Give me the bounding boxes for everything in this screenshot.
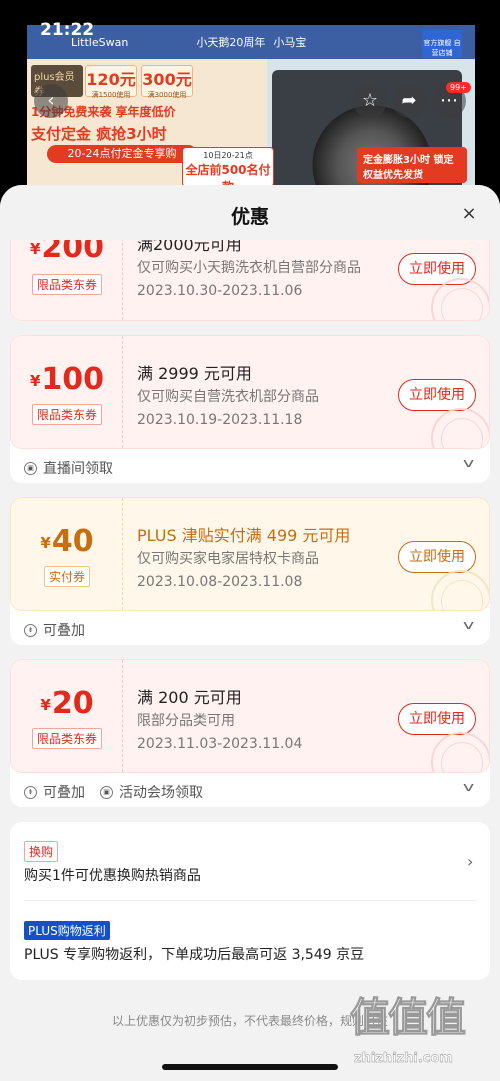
coupon-validity: 2023.10.08-2023.11.08 bbox=[137, 574, 303, 590]
currency-symbol: ¥ bbox=[40, 696, 51, 714]
share-button[interactable]: ➦ bbox=[392, 84, 426, 118]
plus-rebate-badge: PLUS购物返利 bbox=[24, 921, 110, 940]
watermark-url: zhizhizhi.com bbox=[354, 1051, 453, 1066]
store-badge: 官方旗舰 自营店铺 bbox=[422, 30, 462, 58]
footer-item: ▣ 直播间领取 bbox=[24, 458, 113, 478]
footer-label: 活动会场领取 bbox=[119, 785, 203, 801]
close-icon: × bbox=[461, 203, 477, 224]
discount-sheet: ¥200 限品类东券 满2000元可用 仅可购买小天鹅洗衣机自营部分商品 202… bbox=[0, 185, 500, 1081]
stackable-icon: ⇟ bbox=[24, 623, 37, 637]
banner-coupon-value: 120元 bbox=[86, 70, 136, 89]
swap-text[interactable]: 购买1件可优惠换购热销商品 bbox=[24, 865, 201, 885]
coupon-card: ¥20 限品类东券 满 200 元可用 限部分品类可用 2023.11.03-2… bbox=[10, 659, 490, 807]
coupon-tag-label: 实付券 bbox=[43, 566, 90, 587]
date-chip: 10日20-21点 全店前500名付款 bbox=[182, 147, 274, 194]
coupon-validity: 2023.10.30-2023.11.06 bbox=[137, 283, 303, 299]
coupon-footer[interactable]: ▣ 直播间领取 v bbox=[10, 449, 490, 483]
currency-symbol: ¥ bbox=[29, 372, 41, 390]
use-now-button[interactable]: 立即使用 bbox=[398, 379, 476, 411]
stackable-icon: ⇟ bbox=[24, 785, 37, 799]
coupon-tag: 限品类东券 bbox=[11, 728, 123, 749]
coupon-description: 限部分品类可用 bbox=[137, 713, 235, 729]
footer-item: ▣ 活动会场领取 bbox=[100, 782, 203, 802]
watermark: 值值值 zhizhizhi.com bbox=[350, 985, 500, 1081]
chevron-right-icon[interactable]: › bbox=[467, 852, 473, 871]
watermark-logo: 值值值 bbox=[350, 995, 467, 1042]
favorite-button[interactable]: ☆ bbox=[353, 84, 387, 118]
plus-rebate-text: PLUS 专享购物返利，下单成功后最高可返 3,549 京豆 bbox=[24, 947, 365, 963]
extra-benefits-card: 换购 购买1件可优惠换购热销商品 › PLUS购物返利 PLUS 专享购物返利，… bbox=[10, 822, 490, 980]
banner-coupon-note: 满3000使用 bbox=[147, 91, 187, 99]
coupon-title: 满 2999 元可用 bbox=[137, 364, 252, 383]
event-venue-icon: ▣ bbox=[100, 785, 113, 799]
sheet-title: 优惠 bbox=[230, 206, 269, 228]
coupon-amount: ¥20 bbox=[11, 686, 123, 721]
coupon-title: 满 200 元可用 bbox=[137, 688, 242, 707]
use-now-button[interactable]: 立即使用 bbox=[398, 541, 476, 573]
coupon-body: ¥100 限品类东券 满 2999 元可用 仅可购买自营洗衣机部分商品 2023… bbox=[10, 335, 490, 449]
coupon-tag: 限品类东券 bbox=[11, 274, 123, 295]
coupon-tag-label: 限品类东券 bbox=[31, 728, 102, 749]
footer-label: 直播间领取 bbox=[43, 461, 113, 477]
more-icon: ⋯ bbox=[440, 90, 458, 111]
coupon-tag-label: 限品类东券 bbox=[31, 274, 102, 295]
coupon-value: 100 bbox=[41, 362, 105, 397]
coupon-body: ¥40 实付券 PLUS 津贴实付满 499 元可用 仅可购买家电家居特权卡商品… bbox=[10, 497, 490, 611]
footer-item: ⇟ 可叠加 bbox=[24, 620, 85, 640]
chevron-down-icon[interactable]: v bbox=[463, 780, 474, 794]
divider bbox=[24, 900, 476, 901]
currency-symbol: ¥ bbox=[29, 240, 41, 258]
status-time: 21:22 bbox=[40, 20, 95, 40]
home-indicator[interactable] bbox=[162, 1064, 338, 1070]
banner-coupon-1: 120元满1500使用 bbox=[85, 65, 137, 99]
deposit-promo-chip: 定金膨胀3小时 锁定权益优先发货 bbox=[357, 147, 467, 183]
coupon-description: 仅可购买家电家居特权卡商品 bbox=[137, 551, 319, 567]
coupon-validity: 2023.11.03-2023.11.04 bbox=[137, 736, 303, 752]
footer-label: 可叠加 bbox=[43, 785, 85, 801]
claimed-stamp-icon bbox=[431, 732, 489, 772]
use-now-button[interactable]: 立即使用 bbox=[398, 703, 476, 735]
coupon-value: 20 bbox=[51, 686, 94, 721]
coupon-tag: 实付券 bbox=[11, 566, 123, 587]
claimed-stamp-icon bbox=[431, 570, 489, 610]
coupon-body: ¥20 限品类东券 满 200 元可用 限部分品类可用 2023.11.03-2… bbox=[10, 659, 490, 773]
banner-coupon-2: 300元满3000使用 bbox=[141, 65, 193, 99]
currency-symbol: ¥ bbox=[40, 534, 51, 552]
close-button[interactable]: × bbox=[458, 203, 480, 225]
coupon-validity: 2023.10.19-2023.11.18 bbox=[137, 412, 303, 428]
coupon-amount: ¥40 bbox=[11, 524, 123, 559]
sheet-header: 优惠 × bbox=[0, 185, 500, 240]
coupon-tag: 限品类东券 bbox=[11, 404, 123, 425]
coupon-description: 仅可购买自营洗衣机部分商品 bbox=[137, 389, 319, 405]
footer-label: 可叠加 bbox=[43, 623, 85, 639]
share-icon: ➦ bbox=[401, 90, 417, 111]
banner-coupon-note: 满1500使用 bbox=[91, 91, 131, 99]
coupon-footer[interactable]: ⇟ 可叠加 ▣ 活动会场领取 v bbox=[10, 773, 490, 807]
claimed-stamp-icon bbox=[431, 408, 489, 448]
coupon-description: 仅可购买小天鹅洗衣机自营部分商品 bbox=[137, 260, 361, 276]
coupon-footer[interactable]: ⇟ 可叠加 v bbox=[10, 611, 490, 645]
star-icon: ☆ bbox=[361, 90, 379, 111]
coupon-card: ¥100 限品类东券 满 2999 元可用 仅可购买自营洗衣机部分商品 2023… bbox=[10, 335, 490, 483]
live-room-icon: ▣ bbox=[24, 461, 37, 475]
swap-badge: 换购 bbox=[24, 841, 59, 862]
brand-strip: LittleSwan 小天鹅20周年 小马宝 bbox=[27, 25, 475, 59]
anniversary-logo: 小天鹅20周年 bbox=[196, 36, 266, 49]
chevron-down-icon[interactable]: v bbox=[463, 456, 474, 470]
coupon-amount: ¥100 bbox=[11, 362, 123, 397]
promo-line-2: 支付定金 疯抢3小时 bbox=[31, 125, 167, 143]
chevron-left-icon: ‹ bbox=[47, 90, 55, 111]
coupon-title: PLUS 津贴实付满 499 元可用 bbox=[137, 526, 351, 545]
date-chip-top: 10日20-21点 bbox=[203, 151, 253, 160]
coupon-value: 40 bbox=[51, 524, 94, 559]
banner-coupon-value: 300元 bbox=[142, 70, 192, 89]
partner-logo: 小马宝 bbox=[273, 36, 307, 49]
back-button[interactable]: ‹ bbox=[34, 84, 68, 118]
coupon-card: ¥40 实付券 PLUS 津贴实付满 499 元可用 仅可购买家电家居特权卡商品… bbox=[10, 497, 490, 645]
promo-bar: 20-24点付定金专享购 bbox=[47, 145, 197, 163]
coupon-tag-label: 限品类东券 bbox=[31, 404, 102, 425]
chevron-down-icon[interactable]: v bbox=[463, 618, 474, 632]
message-count-badge: 99+ bbox=[446, 82, 471, 93]
footer-item: ⇟ 可叠加 bbox=[24, 782, 85, 802]
